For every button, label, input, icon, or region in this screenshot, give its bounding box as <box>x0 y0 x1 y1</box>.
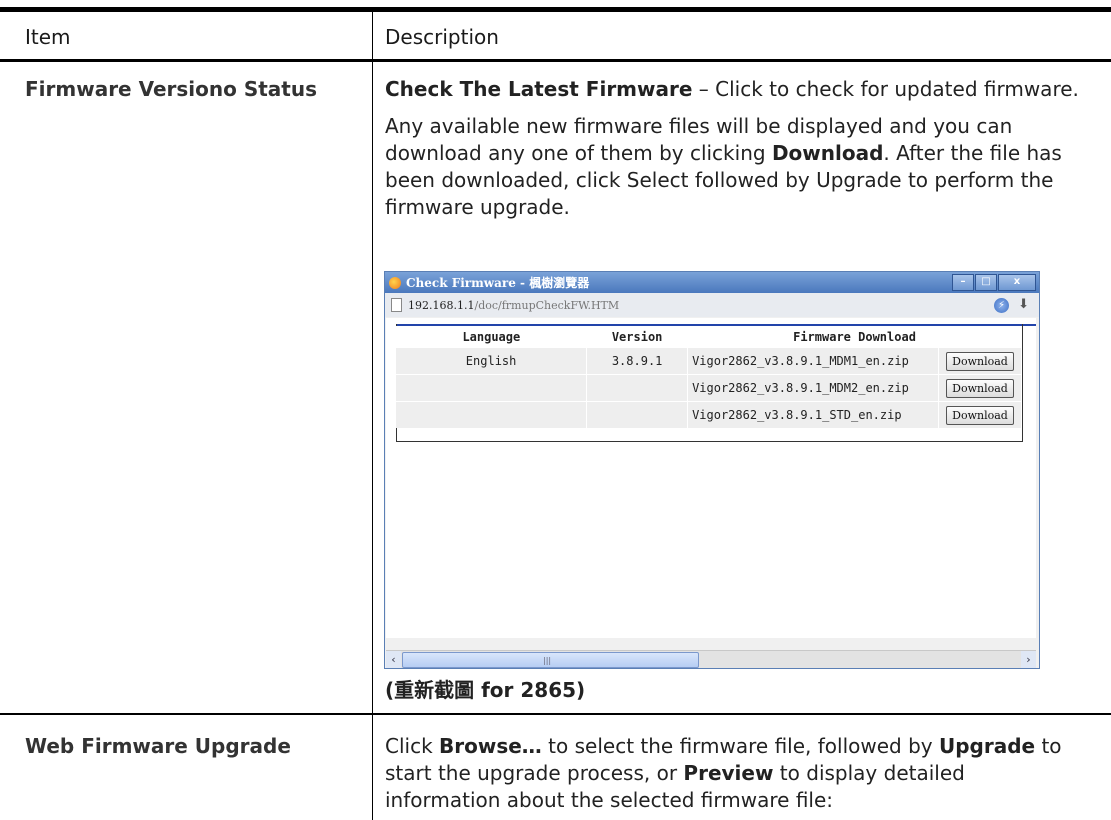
header-bottom-rule <box>0 59 1111 62</box>
window-title: Check Firmware - 楓樹瀏覽器 <box>406 276 590 290</box>
row-item-web-upgrade: Web Firmware Upgrade <box>25 734 291 758</box>
extension-icon[interactable]: ⚡ <box>994 298 1009 313</box>
text-check-latest-rest: – Click to check for updated firmware. <box>692 77 1079 101</box>
scroll-right-icon[interactable]: › <box>1021 651 1036 668</box>
horizontal-scrollbar[interactable]: ‹ ||| › <box>386 650 1036 668</box>
scroll-left-icon[interactable]: ‹ <box>386 651 401 668</box>
row-item-firmware-status: Firmware Versiono Status <box>25 77 318 101</box>
table-row: Vigor2862_v3.8.9.1_MDM2_en.zip Download <box>396 374 1022 402</box>
table-row: English 3.8.9.1 Vigor2862_v3.8.9.1_MDM1_… <box>396 347 1022 375</box>
cell-file: Vigor2862_v3.8.9.1_MDM1_en.zip <box>687 347 939 375</box>
browser-logo-icon <box>389 276 401 289</box>
address-bar[interactable]: 192.168.1.1/doc/frmupCheckFW.HTM ⚡ ⬇ <box>385 293 1039 317</box>
paragraph-available-firmware: Any available new firmware files will be… <box>385 113 1085 221</box>
download-arrow-icon[interactable]: ⬇ <box>1018 297 1029 312</box>
cell-file: Vigor2862_v3.8.9.1_MDM2_en.zip <box>687 374 939 402</box>
bold-upgrade: Upgrade <box>938 734 1036 758</box>
cell-language <box>396 401 588 428</box>
bold-browse: Browse… <box>439 734 542 758</box>
header-description: Description <box>385 25 499 49</box>
text-click: Click <box>385 734 440 758</box>
column-version: Version <box>586 326 688 348</box>
cell-version <box>586 374 689 402</box>
scrollbar-thumb[interactable]: ||| <box>402 652 699 668</box>
firmware-table-header: Language Version Firmware Download <box>396 326 1022 348</box>
bold-download: Download <box>771 141 884 165</box>
table-row: Vigor2862_v3.8.9.1_STD_en.zip Download <box>396 401 1022 428</box>
download-button[interactable]: Download <box>946 406 1014 425</box>
row-separator <box>0 713 1111 715</box>
url-path: /doc/frmupCheckFW.HTM <box>474 298 620 312</box>
maximize-icon[interactable]: □ <box>975 274 997 291</box>
header-item: Item <box>25 25 71 49</box>
grip-icon: ||| <box>543 656 552 665</box>
cell-download: Download <box>938 374 1022 402</box>
column-separator <box>372 12 373 820</box>
address-url[interactable]: 192.168.1.1/doc/frmupCheckFW.HTM <box>408 299 619 312</box>
cell-version: 3.8.9.1 <box>586 347 689 375</box>
cell-download: Download <box>938 347 1022 375</box>
cell-language: English <box>396 347 588 375</box>
download-button[interactable]: Download <box>946 379 1014 398</box>
cell-language <box>396 374 588 402</box>
paragraph-web-upgrade: Click Browse… to select the firmware fil… <box>385 733 1085 814</box>
paragraph-check-latest: Check The Latest Firmware – Click to che… <box>385 76 1085 103</box>
text-select-file: to select the firmware file, followed by <box>541 734 939 758</box>
download-button[interactable]: Download <box>946 352 1014 371</box>
column-firmware-download: Firmware Download <box>687 326 1022 348</box>
close-icon[interactable]: x <box>998 274 1036 291</box>
cell-version <box>586 401 689 428</box>
row-description-firmware-status: Check The Latest Firmware – Click to che… <box>385 76 1085 221</box>
page-icon <box>391 298 402 312</box>
column-language: Language <box>396 326 587 348</box>
row-description-web-upgrade: Click Browse… to select the firmware fil… <box>385 733 1085 814</box>
url-host: 192.168.1.1 <box>408 298 475 312</box>
window-controls: – □ x <box>952 274 1036 291</box>
screenshot-caption: (重新截圖 for 2865) <box>385 678 586 702</box>
bold-preview: Preview <box>683 761 774 785</box>
minimize-icon[interactable]: – <box>952 274 974 291</box>
window-titlebar: Check Firmware - 楓樹瀏覽器 – □ x <box>385 272 1039 293</box>
bold-check-latest: Check The Latest Firmware <box>385 77 693 101</box>
firmware-table: Language Version Firmware Download Engli… <box>396 326 1022 428</box>
check-firmware-window: Check Firmware - 楓樹瀏覽器 – □ x 192.168.1.1… <box>384 271 1040 669</box>
window-content: Language Version Firmware Download Engli… <box>386 318 1036 638</box>
table-top-rule <box>0 7 1111 12</box>
cell-file: Vigor2862_v3.8.9.1_STD_en.zip <box>687 401 939 428</box>
cell-download: Download <box>938 401 1022 428</box>
